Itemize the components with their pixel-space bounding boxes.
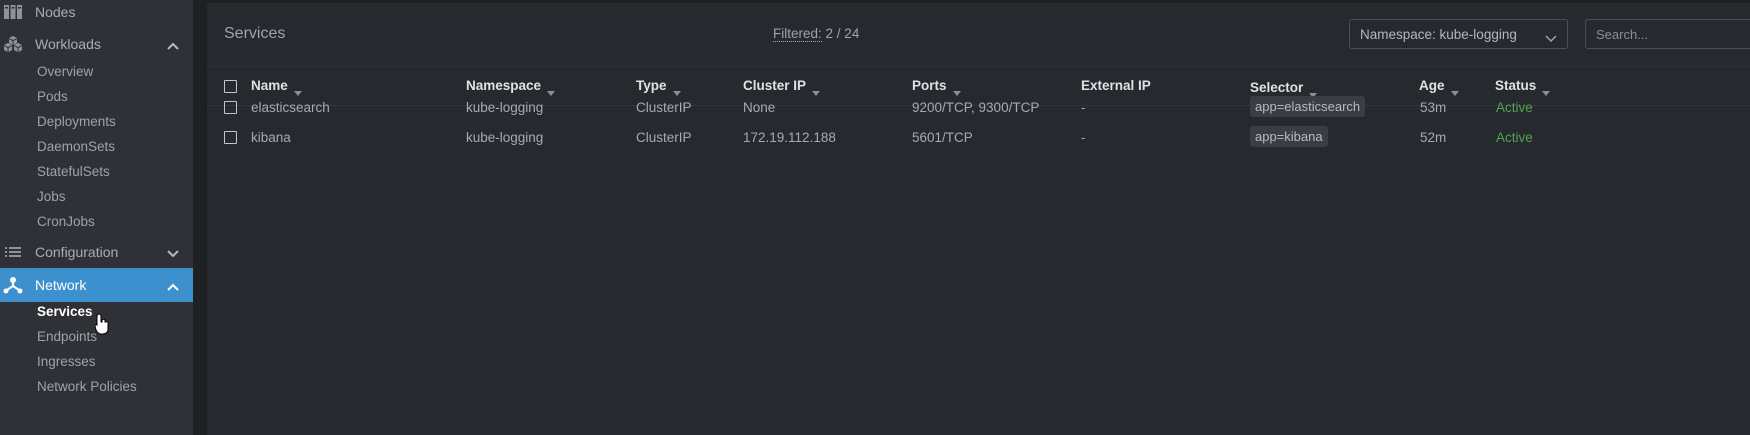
chevron-down-icon — [1545, 31, 1557, 43]
service-type: ClusterIP — [636, 100, 692, 115]
nodes-icon — [3, 3, 23, 21]
service-ports: 5601/TCP — [912, 130, 973, 145]
column-header-namespace[interactable]: Namespace — [466, 78, 556, 96]
column-label: Status — [1495, 78, 1537, 93]
service-type: ClusterIP — [636, 130, 692, 145]
column-label: Cluster IP — [743, 78, 807, 93]
sort-icon — [1450, 84, 1459, 96]
sidebar-subitem-cronjobs[interactable]: CronJobs — [37, 211, 95, 233]
sidebar-item-configuration[interactable]: Configuration — [0, 235, 193, 269]
sort-icon — [1309, 86, 1318, 98]
sidebar-subitem-pods[interactable]: Pods — [37, 86, 68, 108]
namespace-select-value: Namespace: kube-logging — [1360, 27, 1517, 42]
sidebar-item-label: Nodes — [35, 4, 76, 20]
column-header-external-ip: External IP — [1081, 78, 1151, 93]
sidebar-subitem-jobs[interactable]: Jobs — [37, 186, 66, 208]
row-checkbox[interactable] — [224, 131, 237, 144]
column-header-status[interactable]: Status — [1495, 78, 1551, 96]
status-badge: Active — [1496, 130, 1533, 145]
column-header-name[interactable]: Name — [251, 78, 302, 96]
column-label: Namespace — [466, 78, 542, 93]
sidebar-subitem-ingresses[interactable]: Ingresses — [37, 351, 96, 373]
service-age: 52m — [1420, 130, 1447, 145]
sidebar-subitem-daemonsets[interactable]: DaemonSets — [37, 136, 115, 158]
filtered-value: 2 / 24 — [825, 26, 860, 41]
sidebar: Nodes Workloads Overview Pods Deployment… — [0, 0, 193, 435]
sort-icon — [1542, 84, 1551, 96]
sidebar-item-network[interactable]: Network — [0, 268, 193, 302]
selector-badge: app=elasticsearch — [1250, 96, 1366, 117]
column-header-ports[interactable]: Ports — [912, 78, 961, 96]
column-label: Ports — [912, 78, 947, 93]
service-external-ip: - — [1081, 100, 1086, 115]
row-checkbox[interactable] — [224, 101, 237, 114]
sort-icon — [672, 84, 681, 96]
network-icon — [3, 276, 23, 294]
column-label: Name — [251, 78, 288, 93]
filtered-count: Filtered: 2 / 24 — [773, 26, 860, 42]
sidebar-subitem-deployments[interactable]: Deployments — [37, 111, 116, 133]
filtered-label: Filtered: — [773, 26, 822, 42]
page-title: Services — [224, 25, 286, 42]
column-header-type[interactable]: Type — [636, 78, 681, 96]
column-header-age[interactable]: Age — [1419, 78, 1459, 96]
hand-cursor-icon — [94, 313, 110, 335]
selector-badge: app=kibana — [1250, 126, 1328, 147]
chevron-up-icon[interactable] — [166, 38, 180, 50]
sidebar-subitem-network-policies[interactable]: Network Policies — [37, 376, 137, 398]
sidebar-subitem-services[interactable]: Services — [37, 301, 93, 323]
table-row[interactable]: elasticsearch kube-logging ClusterIP Non… — [207, 92, 1750, 122]
sidebar-item-label: Configuration — [35, 244, 119, 260]
status-badge: Active — [1496, 100, 1533, 115]
main-content: Services Filtered: 2 / 24 Namespace: kub… — [207, 3, 1750, 435]
service-cluster-ip: None — [743, 100, 776, 115]
sort-icon — [812, 84, 821, 96]
workloads-icon — [3, 35, 23, 53]
search-input[interactable] — [1585, 19, 1750, 49]
sidebar-item-label: Workloads — [35, 36, 101, 52]
namespace-select[interactable]: Namespace: kube-logging — [1349, 19, 1568, 49]
column-label: External IP — [1081, 78, 1151, 93]
sort-icon — [952, 84, 961, 96]
sidebar-subitem-endpoints[interactable]: Endpoints — [37, 326, 97, 348]
sidebar-subitem-overview[interactable]: Overview — [37, 61, 93, 83]
service-cluster-ip: 172.19.112.188 — [743, 130, 836, 145]
service-age: 53m — [1420, 100, 1447, 115]
table-row[interactable]: kibana kube-logging ClusterIP 172.19.112… — [207, 122, 1750, 152]
service-name[interactable]: kibana — [251, 130, 291, 145]
chevron-up-icon[interactable] — [166, 279, 180, 291]
sort-icon — [293, 84, 302, 96]
column-label: Type — [636, 78, 667, 93]
column-header-cluster-ip[interactable]: Cluster IP — [743, 78, 821, 96]
sidebar-item-nodes[interactable]: Nodes — [0, 0, 193, 29]
sidebar-item-workloads[interactable]: Workloads — [0, 27, 193, 61]
service-ports: 9200/TCP, 9300/TCP — [912, 100, 1040, 115]
list-icon — [3, 243, 23, 261]
service-namespace: kube-logging — [466, 130, 544, 145]
service-external-ip: - — [1081, 130, 1086, 145]
chevron-down-icon[interactable] — [166, 246, 180, 258]
column-label: Age — [1419, 78, 1445, 93]
sort-icon — [547, 84, 556, 96]
sidebar-item-label: Network — [35, 277, 87, 293]
service-namespace: kube-logging — [466, 100, 544, 115]
service-name[interactable]: elasticsearch — [251, 100, 330, 115]
sidebar-subitem-statefulsets[interactable]: StatefulSets — [37, 161, 110, 183]
